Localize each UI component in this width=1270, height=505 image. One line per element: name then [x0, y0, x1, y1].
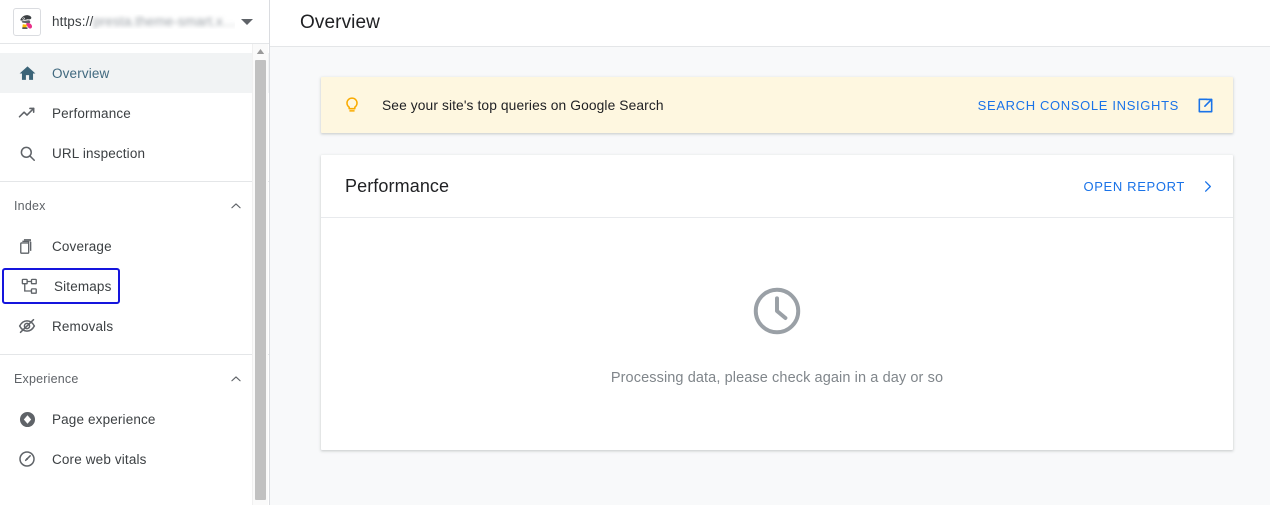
sidebar-nav: Overview Performance URL inspection Inde…	[0, 44, 269, 505]
processing-message: Processing data, please check again in a…	[610, 369, 944, 386]
sidebar-item-core-web-vitals[interactable]: Core web vitals	[0, 439, 269, 479]
sidebar-item-url-inspection[interactable]: URL inspection	[0, 133, 269, 173]
open-report-link[interactable]: OPEN REPORT	[1083, 179, 1185, 194]
banner-message: See your site's top queries on Google Se…	[382, 97, 664, 113]
performance-card-header: Performance OPEN REPORT	[321, 155, 1233, 218]
property-url: https://presta.theme-smart.x…	[52, 14, 235, 29]
sidebar-item-label: Coverage	[52, 238, 112, 254]
copy-pages-icon	[14, 237, 40, 256]
top-bar: Overview	[270, 0, 1270, 47]
speedometer-icon	[14, 449, 40, 469]
sidebar-item-label: Sitemaps	[54, 278, 112, 294]
sidebar-item-removals[interactable]: Removals	[0, 306, 269, 346]
sidebar-item-label: URL inspection	[52, 145, 146, 161]
chevron-up-icon[interactable]	[229, 372, 243, 386]
search-console-insights-link[interactable]: SEARCH CONSOLE INSIGHTS	[978, 98, 1179, 113]
property-selector[interactable]: https://presta.theme-smart.x…	[0, 0, 269, 44]
sidebar-item-label: Removals	[52, 318, 114, 334]
sidebar-item-page-experience[interactable]: Page experience	[0, 399, 269, 439]
property-url-scheme: https://	[52, 14, 94, 29]
sidebar-item-label: Page experience	[52, 411, 156, 427]
trending-up-icon	[14, 103, 40, 123]
search-icon	[14, 144, 40, 163]
sidebar-divider	[0, 354, 269, 355]
search-console-insights-banner: See your site's top queries on Google Se…	[321, 77, 1233, 133]
sidebar-section-title: Experience	[14, 372, 79, 386]
chevron-right-icon[interactable]	[1199, 178, 1215, 194]
sidebar: https://presta.theme-smart.x… Overview P…	[0, 0, 270, 505]
main-content: Overview See your site's top queries on …	[270, 0, 1270, 505]
sidebar-divider	[0, 181, 269, 182]
sidebar-section-title: Index	[14, 199, 46, 213]
eye-off-icon	[14, 316, 40, 336]
page-title: Overview	[300, 12, 380, 33]
search-console-app: https://presta.theme-smart.x… Overview P…	[0, 0, 1270, 505]
sidebar-item-overview[interactable]: Overview	[0, 53, 269, 93]
chevron-up-icon[interactable]	[229, 199, 243, 213]
sidebar-item-label: Performance	[52, 105, 131, 121]
property-url-host: presta.theme-smart.x…	[93, 14, 235, 29]
sidebar-item-coverage[interactable]: Coverage	[0, 226, 269, 266]
sidebar-scrollbar-thumb[interactable]	[255, 60, 266, 500]
sidebar-section-index[interactable]: Index	[0, 186, 269, 226]
performance-card: Performance OPEN REPORT Processing data,…	[321, 155, 1233, 450]
home-icon	[14, 64, 40, 83]
open-in-new-icon[interactable]	[1195, 95, 1215, 115]
lightbulb-icon	[341, 94, 363, 116]
sidebar-item-label: Core web vitals	[52, 451, 147, 467]
sitemap-tree-icon	[16, 277, 42, 296]
content-area: See your site's top queries on Google Se…	[270, 47, 1270, 505]
clock-icon	[749, 283, 805, 344]
scroll-up-arrow-icon[interactable]	[253, 44, 268, 58]
sidebar-experience-group: Page experience Core web vitals	[0, 399, 269, 479]
sidebar-item-label: Overview	[52, 65, 110, 81]
sidebar-item-sitemaps[interactable]: Sitemaps	[2, 268, 120, 304]
site-favicon	[13, 7, 41, 36]
sidebar-section-experience[interactable]: Experience	[0, 359, 269, 399]
sidebar-index-group: Coverage Sitemaps Removals	[0, 226, 269, 346]
performance-empty-state: Processing data, please check again in a…	[321, 218, 1233, 450]
page-experience-icon	[14, 409, 40, 430]
sidebar-scrollbar[interactable]	[252, 44, 268, 505]
sidebar-primary-group: Overview Performance URL inspection	[0, 53, 269, 173]
sidebar-item-performance[interactable]: Performance	[0, 93, 269, 133]
chevron-down-icon[interactable]	[241, 18, 253, 25]
performance-card-title: Performance	[345, 175, 450, 196]
